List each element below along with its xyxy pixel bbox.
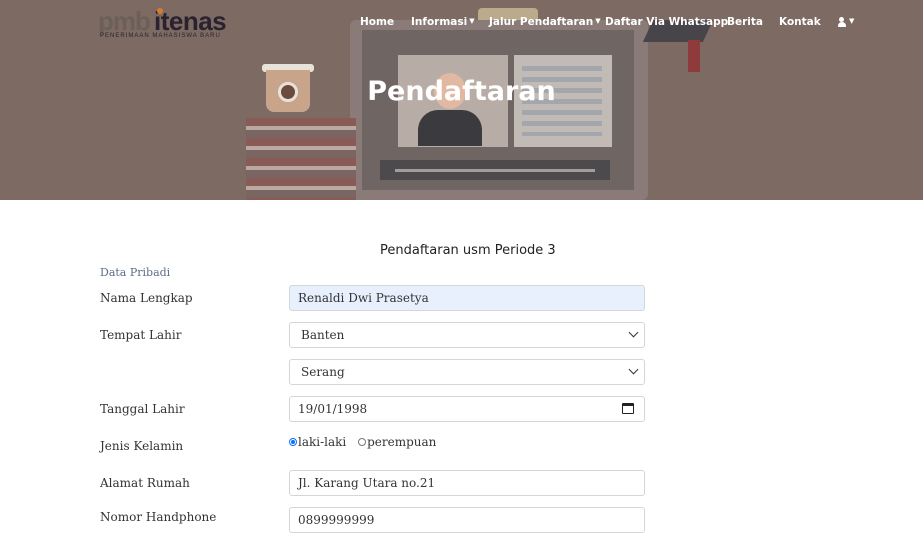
nav-kontak[interactable]: Kontak <box>779 16 821 28</box>
caret-down-icon: ▼ <box>849 17 855 25</box>
form-title: Pendaftaran usm Periode 3 <box>380 243 556 258</box>
logo-dot <box>157 8 163 14</box>
tanggal-lahir-value: 19/01/1998 <box>298 402 368 416</box>
caret-down-icon: ▼ <box>469 17 475 25</box>
section-label: Data Pribadi <box>100 266 171 279</box>
nav-jalur-pendaftaran[interactable]: Jalur Pendaftaran ▼ <box>489 16 601 28</box>
label-nomor-handphone: Nomor Handphone <box>100 510 217 524</box>
tanggal-lahir-input[interactable]: 19/01/1998 <box>289 396 645 422</box>
alamat-rumah-input[interactable]: Jl. Karang Utara no.21 <box>289 470 645 496</box>
player-track-illustration <box>395 169 595 172</box>
nav-informasi[interactable]: Informasi ▼ <box>411 16 475 28</box>
chevron-down-icon <box>630 366 638 374</box>
logo-subtitle: PENERIMAAN MAHASISWA BARU <box>100 33 221 39</box>
label-jenis-kelamin: Jenis Kelamin <box>100 439 184 453</box>
radio-laki-laki-label[interactable]: laki-laki <box>298 435 346 449</box>
person-body-illustration <box>418 110 482 146</box>
nav-jalur-label: Jalur Pendaftaran <box>489 16 594 28</box>
label-tanggal-lahir: Tanggal Lahir <box>100 402 185 416</box>
nomor-handphone-value: 0899999999 <box>298 513 375 527</box>
nama-lengkap-value: Renaldi Dwi Prasetya <box>298 291 429 305</box>
kota-value: Serang <box>301 365 345 379</box>
nav-informasi-label: Informasi <box>411 16 468 28</box>
tassel-illustration <box>688 40 700 72</box>
chevron-down-icon <box>630 329 638 337</box>
books-illustration <box>246 118 356 200</box>
nav-berita[interactable]: Berita <box>727 16 763 28</box>
kota-select[interactable]: Serang <box>289 359 645 385</box>
provinsi-value: Banten <box>301 328 345 342</box>
nav-whatsapp[interactable]: Daftar Via Whatsapp <box>605 16 728 28</box>
page-title: Pendaftaran <box>367 76 556 107</box>
gender-radio-group: laki-laki perempuan <box>289 435 436 449</box>
label-alamat-rumah: Alamat Rumah <box>100 476 190 490</box>
nama-lengkap-input[interactable]: Renaldi Dwi Prasetya <box>289 285 645 311</box>
radio-laki-laki[interactable] <box>289 438 297 446</box>
account-dropdown[interactable]: ▼ <box>838 16 858 30</box>
calendar-icon[interactable] <box>622 403 634 414</box>
alamat-rumah-value: Jl. Karang Utara no.21 <box>298 476 436 490</box>
label-nama-lengkap: Nama Lengkap <box>100 291 193 305</box>
nomor-handphone-input[interactable]: 0899999999 <box>289 507 645 533</box>
provinsi-select[interactable]: Banten <box>289 322 645 348</box>
radio-perempuan-label[interactable]: perempuan <box>367 435 436 449</box>
user-icon-body <box>838 22 846 27</box>
radio-perempuan[interactable] <box>358 438 367 446</box>
nav-home[interactable]: Home <box>360 16 394 28</box>
caret-down-icon: ▼ <box>595 17 601 25</box>
label-tempat-lahir: Tempat Lahir <box>100 328 182 342</box>
